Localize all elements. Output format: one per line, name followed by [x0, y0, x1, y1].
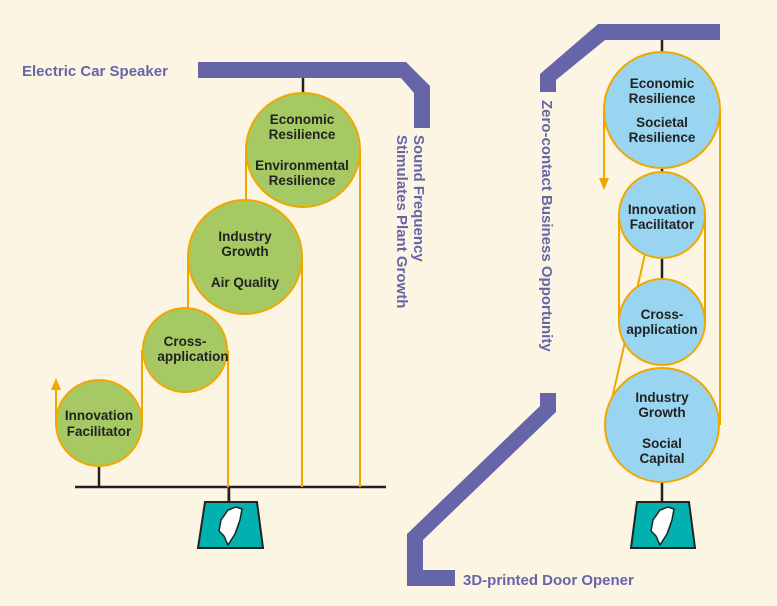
right-circle-economic-resilience: Economic Resilience Societal Resilience: [603, 51, 721, 169]
svg-text:Resilience: Resilience: [269, 173, 336, 188]
left-side-line1: Sound Frequency: [410, 135, 427, 262]
svg-text:Resilience: Resilience: [629, 130, 696, 145]
svg-text:application: application: [626, 322, 697, 337]
svg-text:Societal: Societal: [636, 115, 688, 130]
svg-text:Resilience: Resilience: [629, 91, 696, 106]
circle-economic-resilience: Economic Resilience Environmental Resili…: [245, 92, 361, 208]
svg-text:Social: Social: [642, 436, 682, 451]
svg-text:Zero-contact Business Opportun: Zero-contact Business Opportunity: [538, 100, 555, 352]
circle-innovation-facilitator: Innovation Facilitator: [55, 379, 143, 467]
svg-text:Facilitator: Facilitator: [630, 217, 695, 232]
left-side-line2: Stimulates Plant Growth: [393, 135, 410, 308]
svg-text:Air Quality: Air Quality: [211, 275, 280, 290]
svg-text:Innovation: Innovation: [65, 408, 133, 423]
right-bottom-title: 3D-printed Door Opener: [463, 572, 634, 589]
svg-text:Facilitator: Facilitator: [67, 424, 132, 439]
svg-text:Capital: Capital: [639, 451, 684, 466]
svg-text:Industry: Industry: [635, 390, 689, 405]
svg-text:Environmental: Environmental: [255, 158, 349, 173]
svg-text:Cross-: Cross-: [164, 334, 207, 349]
svg-text:Growth: Growth: [221, 244, 268, 259]
svg-text:Industry: Industry: [218, 229, 272, 244]
svg-text:Innovation: Innovation: [628, 202, 696, 217]
right-circle-industry-growth: Industry Growth Social Capital: [604, 367, 720, 483]
left-title: Electric Car Speaker: [22, 63, 168, 80]
right-circle-cross-application: Cross- application: [618, 278, 706, 366]
right-circle-innovation-facilitator: Innovation Facilitator: [618, 171, 706, 259]
taiwan-map-weight-icon: [629, 501, 697, 549]
circle-cross-application: Cross- application: [142, 307, 229, 393]
pulley-diagram: Electric Car Speaker Sound Frequency Sti…: [0, 0, 777, 606]
circle-industry-growth: Industry Growth Air Quality: [187, 199, 303, 315]
svg-text:Resilience: Resilience: [269, 127, 336, 142]
svg-text:Cross-: Cross-: [641, 307, 684, 322]
svg-text:application: application: [157, 349, 228, 364]
svg-text:Economic: Economic: [630, 76, 695, 91]
svg-text:Growth: Growth: [638, 405, 685, 420]
right-side-text: Zero-contact Business Opportunity: [538, 100, 555, 352]
svg-text:Economic: Economic: [270, 112, 335, 127]
